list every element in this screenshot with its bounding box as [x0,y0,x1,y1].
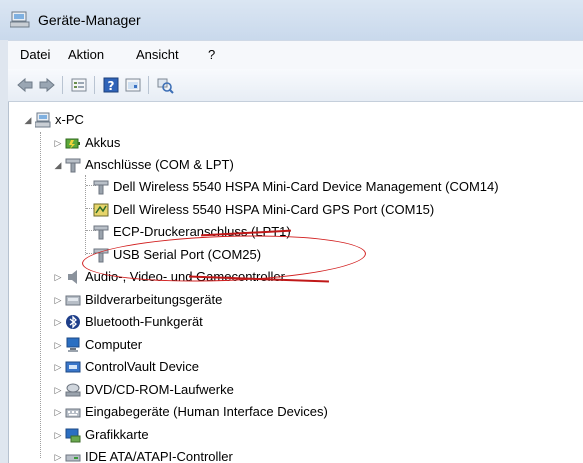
security-device-icon [65,361,81,373]
menu-aktion[interactable]: Aktion [68,47,104,62]
toolbar-separator [62,76,63,94]
window-title: Geräte-Manager [38,12,141,28]
scan-hardware-icon[interactable] [156,76,174,94]
tree-item-label: Dell Wireless 5540 HSPA Mini-Card GPS Po… [113,202,435,217]
help-icon[interactable]: ? [102,76,120,94]
scanner-icon [65,295,81,306]
menu-ansicht[interactable]: Ansicht [136,47,179,62]
computer-icon [66,337,80,352]
port-icon [93,225,109,240]
display-adapter-icon [65,428,81,443]
expand-arrow-icon[interactable]: ▷ [53,407,63,417]
tree-root-label: x-PC [55,112,84,127]
port-icon [65,158,81,173]
dvd-drive-icon [65,383,81,397]
device-manager-window: Geräte-Manager Datei Aktion Ansicht ? ? [0,0,583,463]
properties-icon[interactable] [70,76,88,94]
tree-connector [40,132,41,458]
expand-arrow-icon[interactable]: ▷ [53,430,63,440]
tree-item-label: Computer [85,337,143,352]
gps-port-icon [93,203,109,217]
collapse-arrow-icon[interactable]: ◢ [23,115,33,125]
menu-bar: Datei Aktion Ansicht ? [8,40,583,70]
tree-item-label: Grafikkarte [85,427,149,442]
keyboard-icon [65,408,81,418]
ide-controller-icon [65,454,81,462]
tree-item-label: Bluetooth-Funkgerät [85,314,203,329]
device-manager-icon [10,11,30,28]
menu-help[interactable]: ? [208,47,215,62]
tree-item-label: IDE ATA/ATAPI-Controller [85,449,233,463]
tree-item-label: Eingabegeräte (Human Interface Devices) [85,404,328,419]
tree-item-label: Bildverarbeitungsgeräte [85,292,223,307]
svg-text:?: ? [108,79,115,93]
tree-item-label: Anschlüsse (COM & LPT) [85,157,234,172]
tree-item-label: Akkus [85,135,121,150]
bluetooth-icon [66,315,80,329]
device-tree: ◢ x-PC ▷ Akkus ◢ Anschlüsse (COM & LPT) … [8,102,583,463]
speaker-icon [68,270,77,284]
tree-item-label: ControlVault Device [85,359,199,374]
toolbar-separator [148,76,149,94]
expand-arrow-icon[interactable]: ▷ [53,385,63,395]
expand-arrow-icon[interactable]: ▷ [53,138,63,148]
forward-arrow-icon[interactable] [38,76,56,94]
computer-icon [35,112,51,128]
tree-item-label: DVD/CD-ROM-Laufwerke [85,382,234,397]
collapse-arrow-icon[interactable]: ◢ [53,160,63,170]
menu-datei[interactable]: Datei [20,47,50,62]
view-icon[interactable] [124,76,142,94]
expand-arrow-icon[interactable]: ▷ [53,317,63,327]
title-bar[interactable]: Geräte-Manager [0,0,583,40]
port-icon [93,180,109,195]
toolbar-separator [94,76,95,94]
toolbar: ? [8,69,583,102]
expand-arrow-icon[interactable]: ▷ [53,452,63,462]
battery-icon [65,138,80,149]
back-arrow-icon[interactable] [16,76,34,94]
tree-item-label: Dell Wireless 5540 HSPA Mini-Card Device… [113,179,499,194]
expand-arrow-icon[interactable]: ▷ [53,340,63,350]
expand-arrow-icon[interactable]: ▷ [53,295,63,305]
expand-arrow-icon[interactable]: ▷ [53,272,63,282]
expand-arrow-icon[interactable]: ▷ [53,362,63,372]
tree-connector [85,175,86,255]
